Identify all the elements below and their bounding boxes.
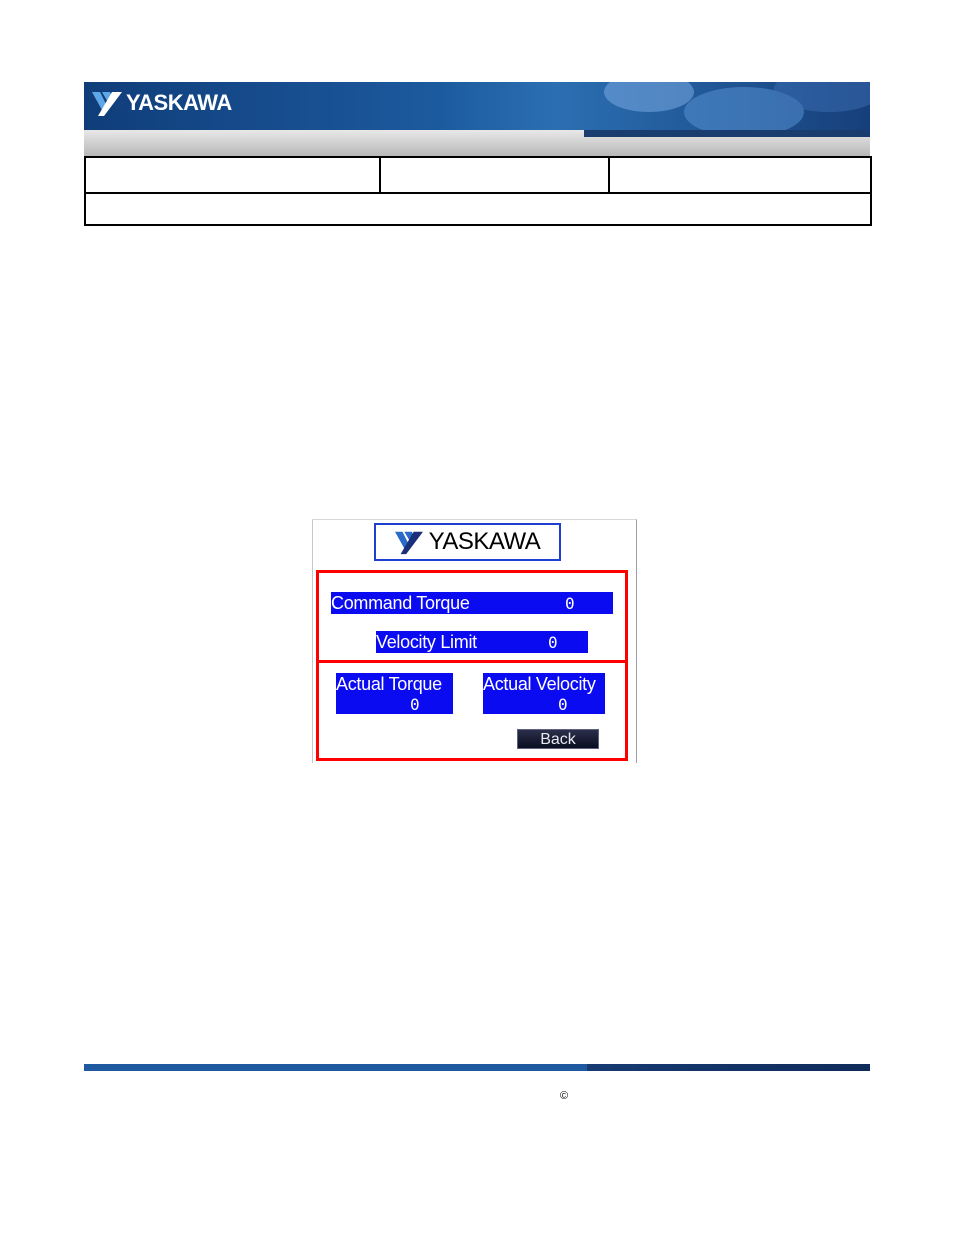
header-strip [84, 130, 870, 156]
footer-bar [84, 1064, 870, 1071]
velocity-limit-field[interactable]: Velocity Limit 0 [376, 631, 588, 653]
back-button[interactable]: Back [517, 729, 599, 749]
velocity-limit-label: Velocity Limit [376, 632, 477, 652]
velocity-limit-value: 0 [548, 633, 558, 652]
command-torque-field[interactable]: Command Torque 0 [331, 592, 613, 614]
yaskawa-wing-icon [92, 92, 122, 116]
header-banner: YASKAWA [84, 82, 870, 130]
header-cell-1 [84, 156, 381, 194]
command-torque-label: Command Torque [331, 593, 470, 613]
header-cell-3 [608, 156, 872, 194]
copyright-symbol: © [560, 1090, 569, 1102]
hmi-logo: YASKAWA [374, 523, 561, 561]
hmi-screen: YASKAWA Command Torque 0 Velocity Limit … [312, 519, 637, 763]
brand-name: YASKAWA [126, 90, 232, 115]
brand-logo: YASKAWA [92, 90, 232, 116]
actual-torque-label: Actual Torque [336, 674, 442, 694]
document-header-table [84, 156, 872, 226]
command-torque-value: 0 [565, 594, 575, 613]
header-cell-2 [379, 156, 610, 194]
yaskawa-wing-icon [394, 531, 423, 555]
actual-velocity-field: Actual Velocity 0 [483, 673, 605, 714]
header-cell-full [84, 192, 872, 226]
actual-torque-value: 0 [410, 695, 420, 714]
actual-velocity-value: 0 [558, 695, 568, 714]
actual-torque-field: Actual Torque 0 [336, 673, 453, 714]
actual-velocity-label: Actual Velocity [483, 674, 596, 694]
hmi-brand-name: YASKAWA [428, 528, 541, 555]
